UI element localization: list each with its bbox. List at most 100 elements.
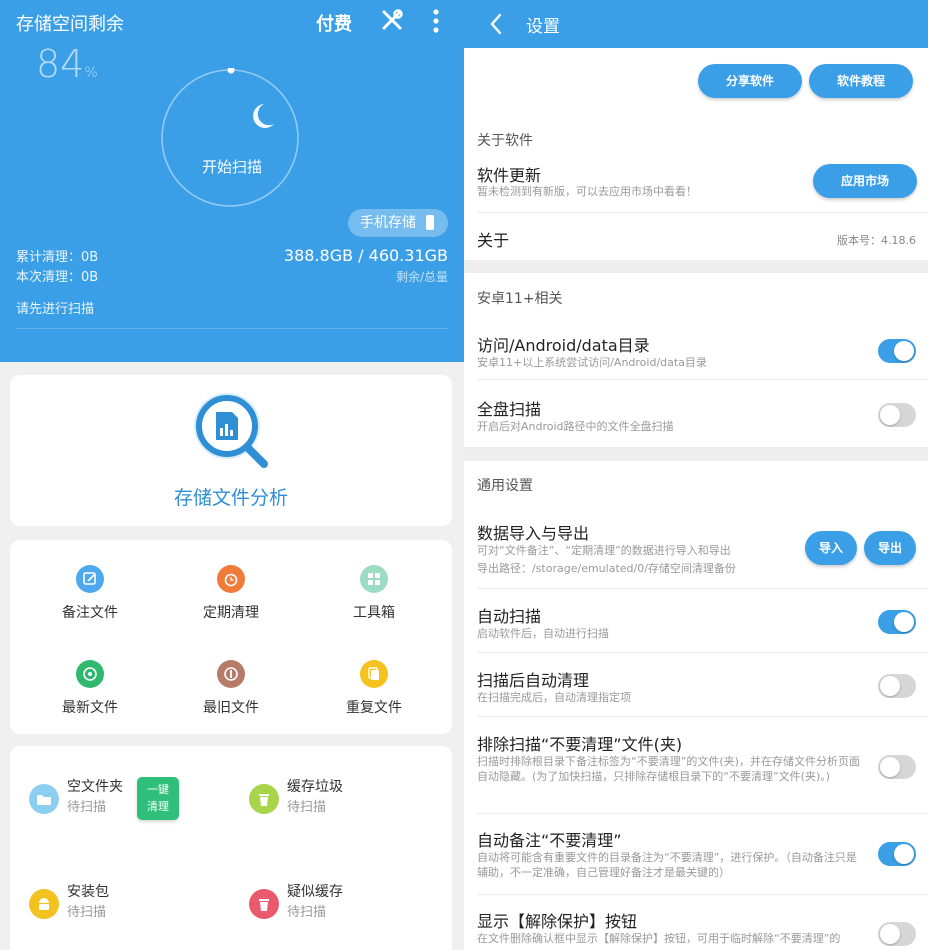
auto-clean-desc: 在扫描完成后，自动清理指定项 <box>477 691 631 704</box>
exclude-scan-toggle[interactable] <box>878 755 916 779</box>
toggle-knob <box>894 612 914 632</box>
auto-scan-title: 自动扫描 <box>477 607 542 626</box>
full-scan-toggle[interactable] <box>878 403 916 427</box>
toggle-knob <box>894 844 914 864</box>
general-section-heading: 通用设置 <box>477 478 533 494</box>
software-update-title: 软件更新 <box>477 166 542 185</box>
notes-files-item[interactable]: 备注文件 <box>20 565 160 622</box>
settings-title: 设置 <box>526 17 560 37</box>
app-tutorial-button[interactable]: 软件教程 <box>809 64 913 98</box>
new-badge-icon <box>76 660 104 688</box>
more-vert-icon[interactable] <box>426 8 446 34</box>
show-unprotect-desc: 在文件删除确认框中显示【解除保护】按钮，可用于临时解除“不要清理”的 <box>477 932 841 945</box>
scheduled-clean-label: 定期清理 <box>203 605 259 621</box>
auto-scan-toggle[interactable] <box>878 610 916 634</box>
settings-topbar: 设置 <box>464 0 928 48</box>
old-badge-icon <box>217 660 245 688</box>
auto-clean-title: 扫描后自动清理 <box>477 671 590 690</box>
software-update-desc: 暂未检测到有新版，可以去应用市场中看看！ <box>477 185 697 198</box>
edit-icon <box>76 565 104 593</box>
share-app-button[interactable]: 分享软件 <box>698 64 802 98</box>
exclude-scan-desc: 扫描时排除根目录下备注标签为“不要清理”的文件(夹)，并在存储文件分析页面自动隐… <box>477 755 860 783</box>
divider <box>477 652 928 653</box>
settings-screen: 设置 分享软件 软件教程 关于软件 软件更新 暂未检测到有新版，可以去应用市场中… <box>464 0 928 950</box>
import-export-desc: 可对“文件备注”、“定期清理”的数据进行导入和导出 <box>477 544 731 557</box>
toolbox-item[interactable]: 工具箱 <box>304 565 444 622</box>
version-label: 版本号：4.18.6 <box>837 234 916 247</box>
alarm-clock-icon <box>217 565 245 593</box>
android-icon <box>29 889 59 919</box>
scheduled-clean-item[interactable]: 定期清理 <box>161 565 301 622</box>
wrench-screwdriver-icon[interactable] <box>380 8 404 32</box>
cache-junk-status: 待扫描 <box>287 800 327 815</box>
import-button[interactable]: 导入 <box>805 531 857 565</box>
cache-junk-title: 缓存垃圾 <box>287 779 343 795</box>
phone-storage-button[interactable]: 手机存储 <box>348 209 448 237</box>
phone-storage-label: 手机存储 <box>360 215 416 231</box>
divider <box>477 716 928 717</box>
one-click-clean-button[interactable]: 一键 清理 <box>137 777 179 820</box>
pay-button[interactable]: 付费 <box>316 10 352 36</box>
scan-prompt: 请先进行扫描 <box>16 302 95 317</box>
divider <box>477 379 928 380</box>
android-data-toggle[interactable] <box>878 339 916 363</box>
toggle-knob <box>880 405 900 425</box>
one-click-line-1: 一键 <box>147 783 169 796</box>
storage-header: 存储空间剩余 付费 84% 开始扫描 手机存储 累计清理：0B 本次清理：0B … <box>0 0 464 362</box>
auto-clean-toggle[interactable] <box>878 674 916 698</box>
storage-percent-value: 84 <box>36 42 85 86</box>
toggle-knob <box>880 676 900 696</box>
auto-note-toggle[interactable] <box>878 842 916 866</box>
auto-note-desc: 自动将可能含有重要文件的目录备注为“不要清理”，进行保护。（自动备注只是辅助，不… <box>477 851 857 879</box>
toggle-knob <box>894 341 914 361</box>
oldest-files-label: 最旧文件 <box>203 700 259 716</box>
empty-folder-status: 待扫描 <box>67 800 107 815</box>
show-unprotect-title: 显示【解除保护】按钮 <box>477 912 638 931</box>
storage-analysis-card[interactable]: 存储文件分析 <box>10 375 452 526</box>
arrow-back-icon[interactable] <box>488 12 504 36</box>
general-section: 通用设置 数据导入与导出 可对“文件备注”、“定期清理”的数据进行导入和导出 导… <box>464 461 928 950</box>
apk-status: 待扫描 <box>67 905 107 920</box>
about-section: 分享软件 软件教程 关于软件 软件更新 暂未检测到有新版，可以去应用市场中看看！… <box>464 48 928 260</box>
oldest-files-item[interactable]: 最旧文件 <box>161 660 301 717</box>
one-click-line-2: 清理 <box>147 800 169 813</box>
storage-remaining-title: 存储空间剩余 <box>16 14 124 35</box>
storage-percent: 84% <box>36 42 98 86</box>
apk-title: 安装包 <box>67 884 109 900</box>
android11-section-heading: 安卓11+相关 <box>477 291 563 307</box>
notes-files-label: 备注文件 <box>62 605 118 621</box>
grid-icon <box>360 565 388 593</box>
about-row[interactable]: 关于 <box>477 227 509 251</box>
start-scan-button[interactable]: 开始扫描 <box>180 156 284 177</box>
cumulative-clean: 累计清理：0B <box>16 250 99 265</box>
divider <box>477 894 928 895</box>
divider <box>477 813 928 814</box>
export-button[interactable]: 导出 <box>864 531 916 565</box>
full-scan-desc: 开启后对Android路径中的文件全盘扫描 <box>477 420 674 433</box>
empty-folder-title: 空文件夹 <box>67 779 123 795</box>
suspect-trash-icon <box>249 889 279 919</box>
junk-card: 空文件夹 待扫描 一键 清理 缓存垃圾 待扫描 安装包 待扫描 疑似缓存 待扫描 <box>10 746 452 950</box>
show-unprotect-toggle[interactable] <box>878 922 916 946</box>
import-export-title: 数据导入与导出 <box>477 524 590 543</box>
toggle-knob <box>880 924 900 944</box>
newest-files-item[interactable]: 最新文件 <box>20 660 160 717</box>
android-data-title: 访问/Android/data目录 <box>477 336 650 355</box>
toggle-knob <box>880 757 900 777</box>
toolbox-label: 工具箱 <box>353 605 395 621</box>
folder-icon <box>29 784 59 814</box>
storage-percent-unit: % <box>84 65 98 81</box>
storage-capacity-caption: 剩余/总量 <box>395 270 448 284</box>
auto-note-title: 自动备注“不要清理” <box>477 831 622 850</box>
android11-section: 安卓11+相关 访问/Android/data目录 安卓11+以上系统尝试访问/… <box>464 273 928 447</box>
magnifier-icon <box>194 393 268 468</box>
duplicate-files-label: 重复文件 <box>346 700 402 716</box>
duplicate-files-item[interactable]: 重复文件 <box>304 660 444 717</box>
divider <box>16 328 448 329</box>
newest-files-label: 最新文件 <box>62 700 118 716</box>
phone-icon <box>426 215 434 230</box>
android-data-desc: 安卓11+以上系统尝试访问/Android/data目录 <box>477 356 707 369</box>
suspected-cache-title: 疑似缓存 <box>287 884 343 900</box>
app-market-button[interactable]: 应用市场 <box>813 164 917 198</box>
storage-capacity: 388.8GB / 460.31GB <box>283 246 448 265</box>
